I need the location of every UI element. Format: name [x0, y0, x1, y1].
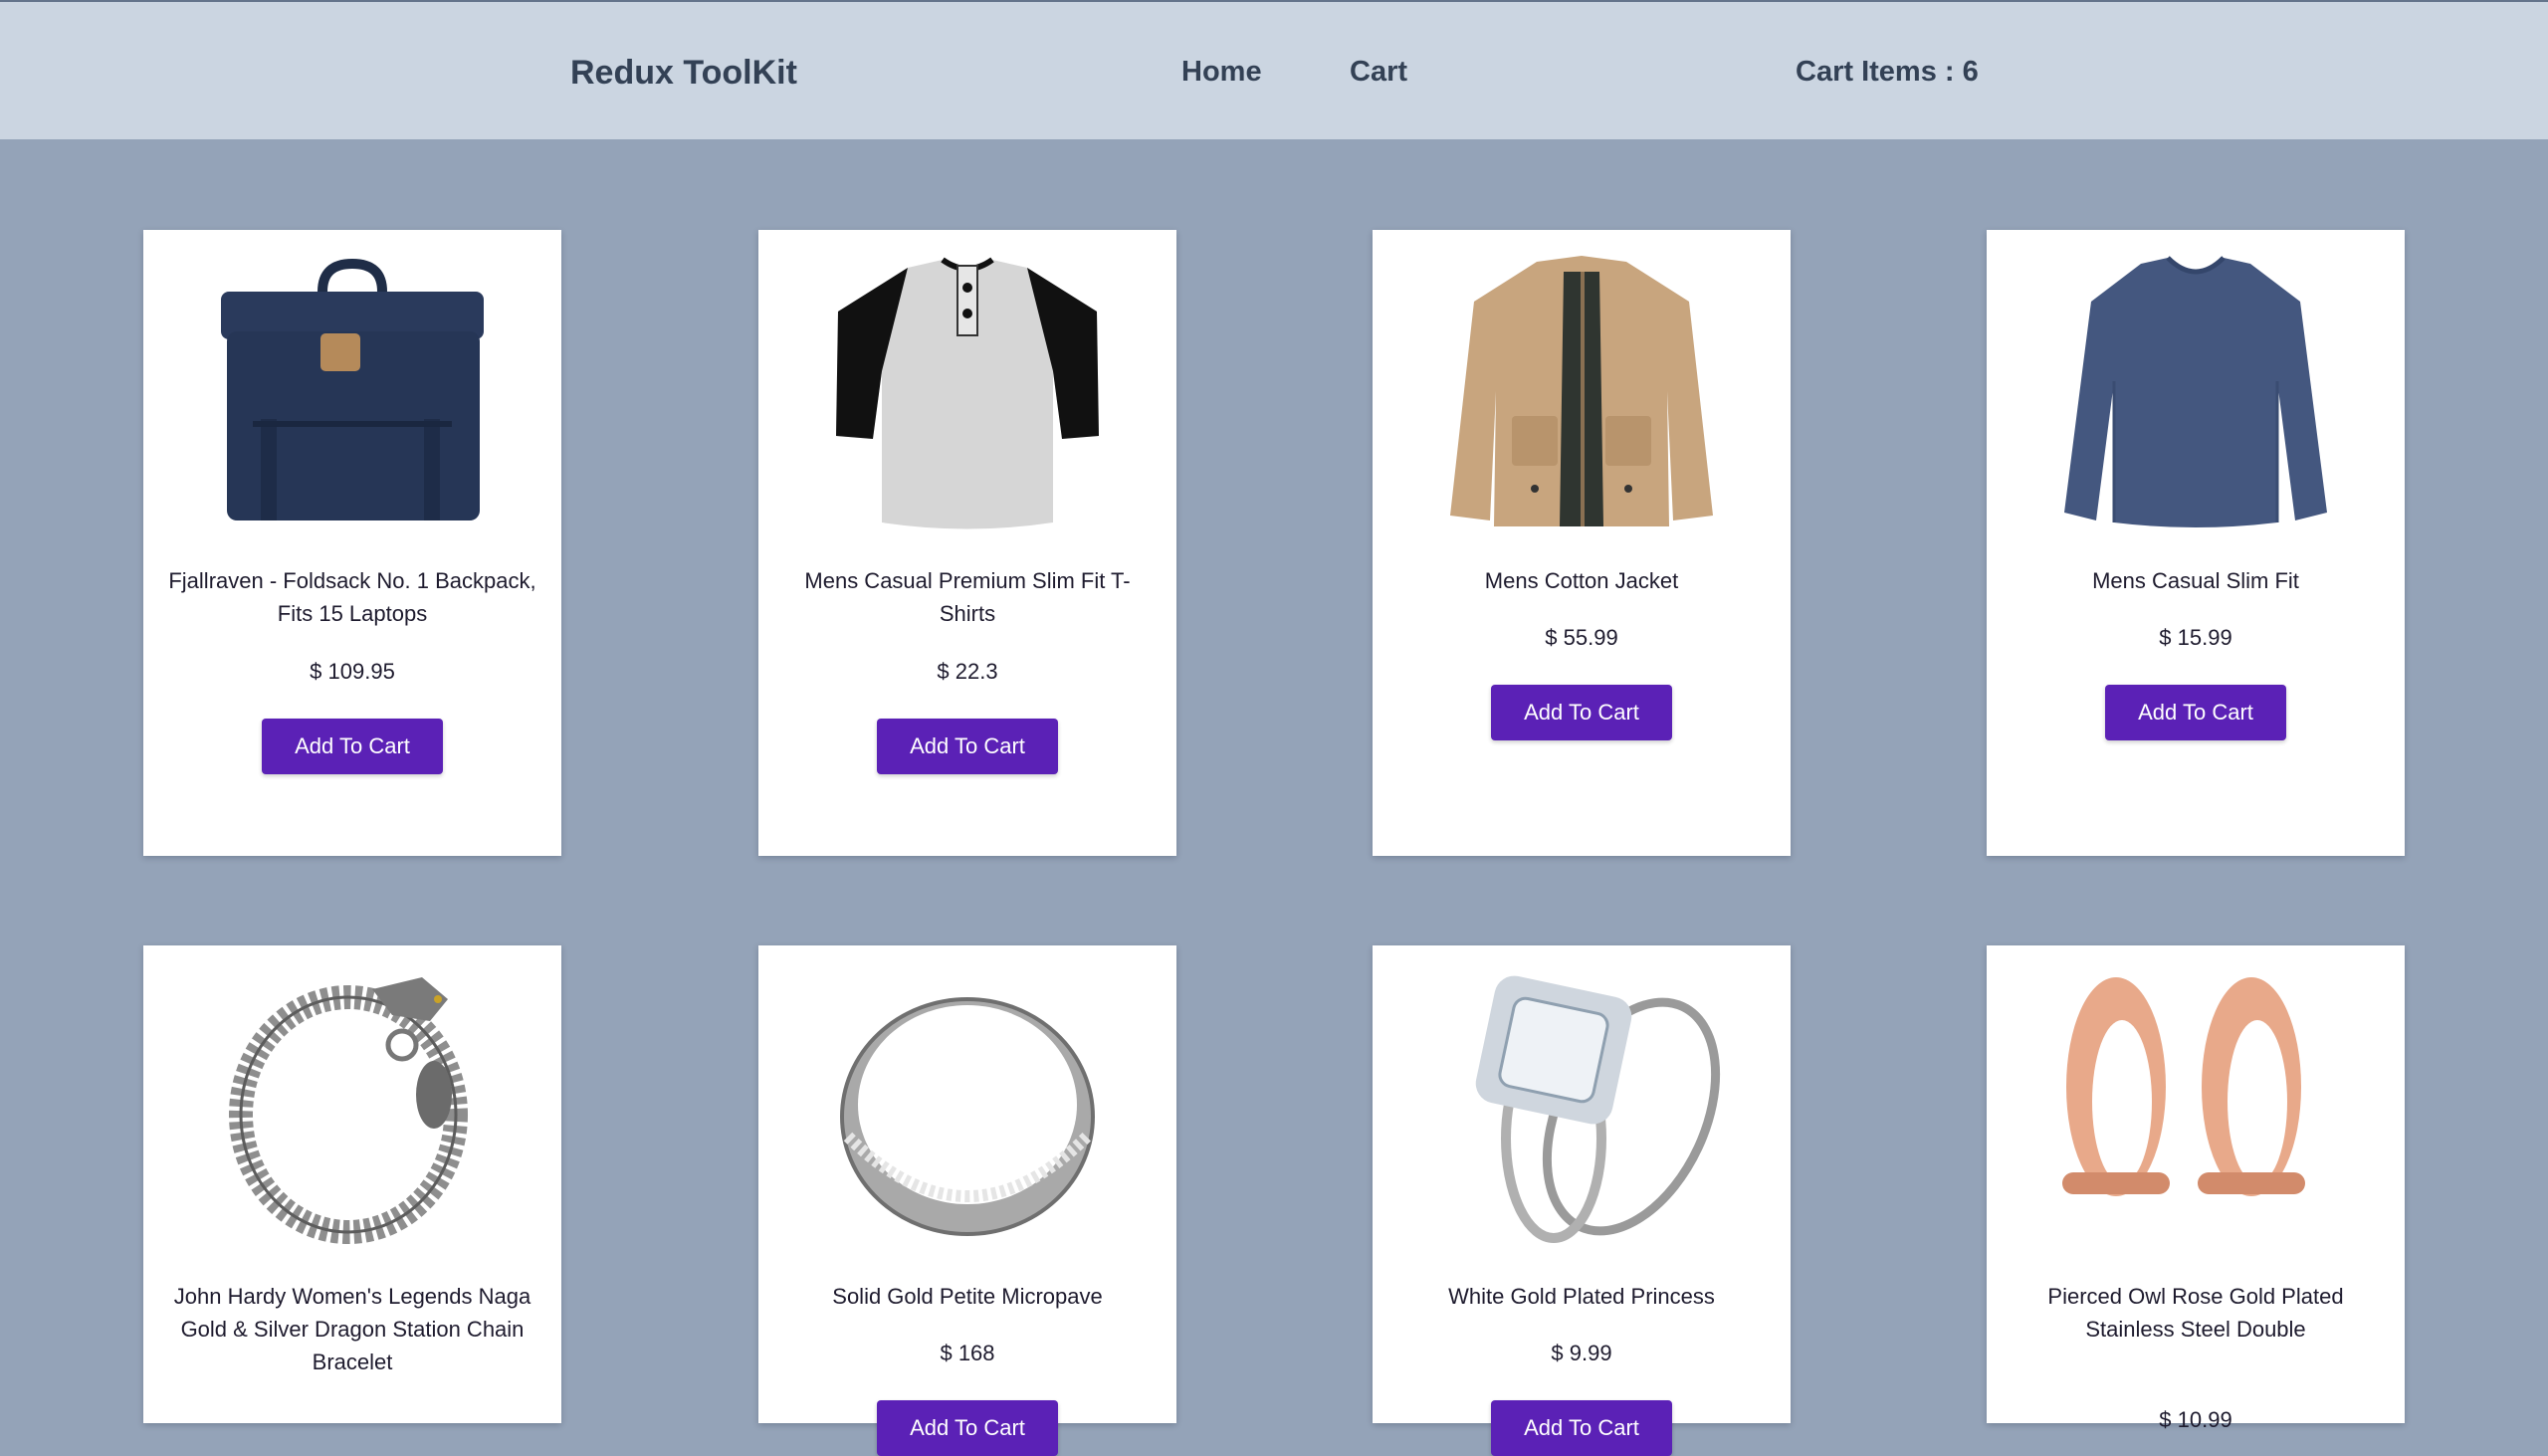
nav-home-link[interactable]: Home	[1181, 56, 1262, 89]
product-title: Mens Casual Slim Fit	[2092, 568, 2299, 593]
add-to-cart-button[interactable]: Add To Cart	[877, 1400, 1058, 1456]
product-image-longsleeve	[2056, 252, 2335, 530]
product-card: Mens Cotton Jacket $ 55.99 Add To Cart	[1373, 230, 1791, 856]
product-card: Mens Casual Premium Slim Fit T-Shirts $ …	[758, 230, 1176, 856]
product-image-princess-ring	[1442, 967, 1721, 1246]
product-card: Pierced Owl Rose Gold Plated Stainless S…	[1987, 945, 2405, 1432]
product-title: Pierced Owl Rose Gold Plated Stainless S…	[2047, 1284, 2344, 1342]
product-price: $ 22.3	[937, 659, 998, 684]
product-image-bracelet	[213, 967, 492, 1246]
product-price: $ 15.99	[2159, 625, 2232, 650]
product-title: White Gold Plated Princess	[1448, 1284, 1715, 1309]
add-to-cart-button[interactable]: Add To Cart	[1491, 1400, 1672, 1456]
product-card: White Gold Plated Princess $ 9.99 Add To…	[1373, 945, 1791, 1456]
product-image-plugs	[2056, 967, 2335, 1246]
product-card: Fjallraven - Foldsack No. 1 Backpack, Fi…	[143, 230, 561, 856]
add-to-cart-button[interactable]: Add To Cart	[877, 719, 1058, 774]
product-card: John Hardy Women's Legends Naga Gold & S…	[143, 945, 561, 1423]
product-card: Mens Casual Slim Fit $ 15.99 Add To Cart	[1987, 230, 2405, 856]
product-image-ring	[828, 967, 1107, 1246]
product-image-jacket	[1442, 252, 1721, 530]
product-title: Mens Casual Premium Slim Fit T-Shirts	[804, 568, 1131, 626]
product-price: $ 168	[940, 1341, 995, 1365]
product-price: $ 9.99	[1551, 1341, 1612, 1365]
product-image-tshirt	[828, 252, 1107, 530]
cart-items-count: Cart Items : 6	[1796, 56, 1979, 88]
product-image-backpack	[213, 252, 492, 530]
product-price: $ 109.95	[310, 659, 395, 684]
nav-cart-link[interactable]: Cart	[1350, 56, 1407, 89]
product-price: $ 55.99	[1545, 625, 1618, 650]
add-to-cart-button[interactable]: Add To Cart	[1491, 685, 1672, 740]
product-title: John Hardy Women's Legends Naga Gold & S…	[173, 1284, 531, 1374]
product-card: Solid Gold Petite Micropave $ 168 Add To…	[758, 945, 1176, 1456]
product-title: Mens Cotton Jacket	[1484, 568, 1679, 593]
product-title: Solid Gold Petite Micropave	[832, 1284, 1103, 1309]
product-price: $ 10.99	[2159, 1407, 2232, 1432]
add-to-cart-button[interactable]: Add To Cart	[262, 719, 443, 774]
top-navbar: Redux ToolKit Home Cart Cart Items : 6	[0, 0, 2548, 139]
brand-title: Redux ToolKit	[570, 54, 797, 92]
product-title: Fjallraven - Foldsack No. 1 Backpack, Fi…	[168, 568, 536, 626]
add-to-cart-button[interactable]: Add To Cart	[2105, 685, 2286, 740]
